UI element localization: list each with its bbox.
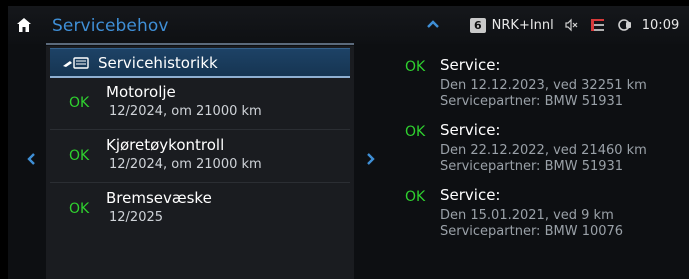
- status-ok-label: OK: [69, 201, 90, 217]
- history-record-title: Service:: [440, 121, 501, 139]
- chevron-left-icon[interactable]: [26, 152, 36, 166]
- page-title: Servicebehov: [52, 16, 169, 36]
- status-ok-label: OK: [405, 189, 426, 205]
- history-record: OK Service: Den 15.01.2021, ved 9 km Ser…: [394, 178, 689, 239]
- status-bar: 6 NRK+Innl 10:09: [470, 15, 679, 35]
- service-item-bremsevaeske[interactable]: OK Bremsevæske 12/2025: [50, 184, 350, 236]
- fuel-icon: [590, 19, 604, 31]
- radio-preset-badge: 6: [470, 17, 486, 33]
- connected-drive-icon: [617, 19, 631, 31]
- speaker-muted-icon: [565, 18, 578, 32]
- service-history-label: Servicehistorikk: [98, 54, 218, 72]
- service-item-motorolje[interactable]: OK Motorolje 12/2024, om 21000 km: [50, 78, 350, 130]
- history-record: OK Service: Den 12.12.2023, ved 32251 km…: [394, 48, 689, 109]
- service-history-button[interactable]: Servicehistorikk: [50, 48, 350, 78]
- header-bar: Servicebehov 6 NRK+Innl 10:09: [8, 6, 689, 44]
- service-item-name: Bremsevæske: [106, 189, 212, 207]
- history-record-partner: Servicepartner: BMW 51931: [440, 159, 624, 174]
- history-record-title: Service:: [440, 186, 501, 204]
- status-ok-label: OK: [405, 59, 426, 75]
- service-history-panel: OK Service: Den 12.12.2023, ved 32251 km…: [394, 46, 689, 279]
- service-item-detail: 12/2024, om 21000 km: [109, 104, 262, 119]
- chevron-right-icon[interactable]: [366, 152, 376, 166]
- service-item-kjoretoykontroll[interactable]: OK Kjøretøykontroll 12/2024, om 21000 km: [50, 131, 350, 183]
- status-ok-label: OK: [69, 95, 90, 111]
- title-underline: [46, 43, 354, 45]
- service-history-icon: [63, 57, 89, 69]
- history-record-partner: Servicepartner: BMW 10076: [440, 224, 624, 239]
- service-item-name: Motorolje: [106, 83, 176, 101]
- service-item-name: Kjøretøykontroll: [106, 136, 225, 154]
- chevron-up-icon[interactable]: [426, 19, 440, 29]
- radio-station-label: NRK+Innl: [491, 17, 554, 33]
- service-item-detail: 12/2025: [109, 210, 164, 225]
- history-record-partner: Servicepartner: BMW 51931: [440, 94, 624, 109]
- home-icon[interactable]: [16, 17, 32, 33]
- clock: 10:09: [641, 17, 680, 33]
- history-record: OK Service: Den 22.12.2022, ved 21460 km…: [394, 113, 689, 174]
- history-record-title: Service:: [440, 56, 501, 74]
- service-needs-list: Servicehistorikk OK Motorolje 12/2024, o…: [46, 46, 354, 279]
- status-ok-label: OK: [405, 124, 426, 140]
- idrive-screen: Servicebehov 6 NRK+Innl 10:09 Servicehis…: [8, 6, 689, 279]
- history-record-date: Den 22.12.2022, ved 21460 km: [440, 143, 647, 158]
- history-record-date: Den 12.12.2023, ved 32251 km: [440, 78, 647, 93]
- history-record-date: Den 15.01.2021, ved 9 km: [440, 208, 614, 223]
- service-item-detail: 12/2024, om 21000 km: [109, 157, 262, 172]
- status-ok-label: OK: [69, 148, 90, 164]
